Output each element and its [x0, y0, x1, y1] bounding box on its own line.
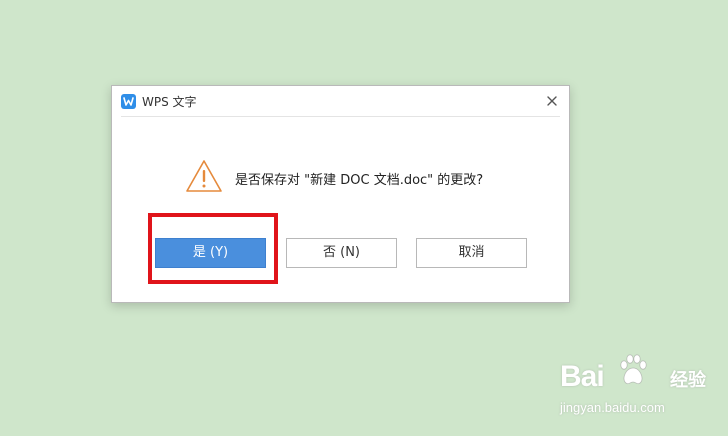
- paw-icon: [620, 354, 647, 385]
- dialog-title: WPS 文字: [142, 95, 197, 109]
- watermark-logo: Bai: [560, 360, 605, 393]
- baidu-jingyan-watermark: Bai 经验 jingyan.baidu.com: [560, 352, 706, 422]
- wps-writer-icon: [121, 94, 136, 109]
- no-button[interactable]: 否 (N): [286, 238, 397, 268]
- dialog-titlebar: WPS 文字: [112, 86, 569, 116]
- title-divider: [121, 116, 560, 117]
- watermark-url: jingyan.baidu.com: [560, 400, 665, 415]
- warning-triangle-icon: [186, 160, 222, 192]
- close-icon: [547, 96, 557, 106]
- yes-button[interactable]: 是 (Y): [155, 238, 266, 268]
- save-prompt-message: 是否保存对 "新建 DOC 文档.doc" 的更改?: [235, 173, 484, 188]
- close-button[interactable]: [543, 92, 561, 110]
- watermark-suffix: 经验: [670, 370, 706, 391]
- cancel-button[interactable]: 取消: [416, 238, 527, 268]
- save-changes-dialog: WPS 文字 是否保存对 "新建 DOC 文档.doc" 的更改? 是 (Y) …: [111, 85, 570, 303]
